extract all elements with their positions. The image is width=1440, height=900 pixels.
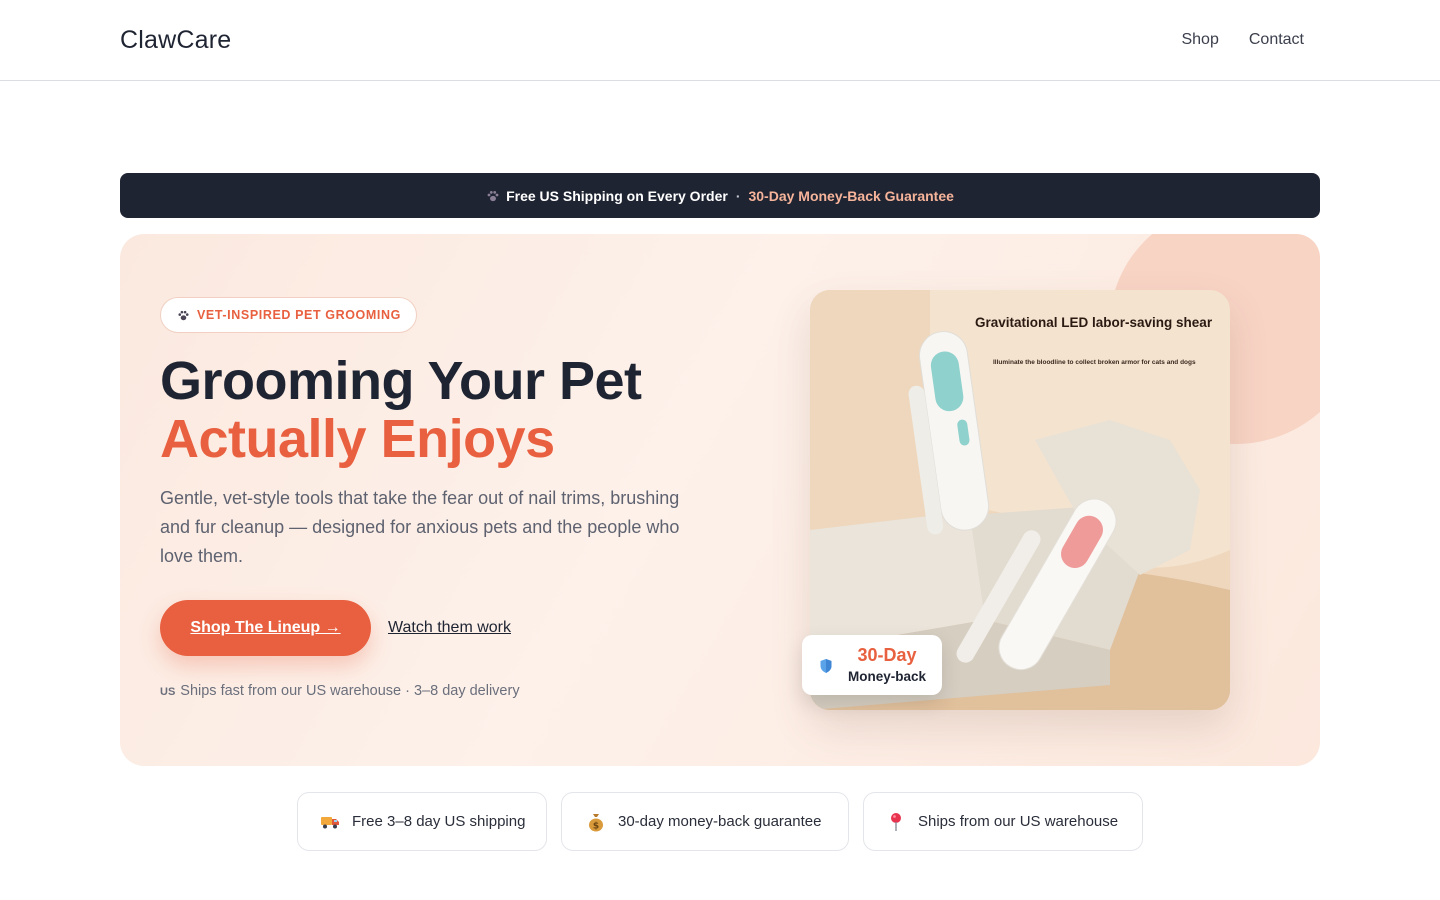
money-back-badge: 30-Day Money-back xyxy=(802,635,942,695)
pin-icon xyxy=(886,812,906,832)
main-nav: Shop Contact xyxy=(1181,31,1304,49)
product-image-title: Gravitational LED labor-saving shear xyxy=(975,315,1213,330)
shop-lineup-button[interactable]: Shop The Lineup → xyxy=(160,600,371,656)
product-image-subtitle: Illuminate the bloodline to collect brok… xyxy=(993,359,1196,366)
hero-headline: Grooming Your Pet Actually Enjoys xyxy=(160,352,642,468)
watch-them-work-link[interactable]: Watch them work xyxy=(388,619,511,637)
trust-badge-label: Ships from our US warehouse xyxy=(918,813,1119,830)
paw-icon xyxy=(177,309,190,322)
announcement-guarantee: 30-Day Money-Back Guarantee xyxy=(748,187,954,204)
hero-ship-note: US Ships fast from our US warehouse · 3–… xyxy=(160,683,520,699)
announcement-shipping: Free US Shipping on Every Order xyxy=(506,187,728,204)
trust-badge-label: 30-day money-back guarantee xyxy=(618,813,822,830)
announcement-separator: · xyxy=(735,187,741,204)
hero-ship-note-text: Ships fast from our US warehouse · 3–8 d… xyxy=(180,683,520,699)
hero-section: VET-INSPIRED PET GROOMING Grooming Your … xyxy=(120,234,1320,766)
hero-eyebrow-pill: VET-INSPIRED PET GROOMING xyxy=(160,297,417,333)
site-header: ClawCare Shop Contact xyxy=(0,0,1440,81)
hero-headline-line2: Actually Enjoys xyxy=(160,409,555,469)
trust-badge-guarantee: $ 30-day money-back guarantee xyxy=(561,792,849,851)
announcement-bar: Free US Shipping on Every Order · 30-Day… xyxy=(120,173,1320,218)
us-flag-label: US xyxy=(160,686,176,698)
nav-link-shop[interactable]: Shop xyxy=(1181,31,1218,49)
trust-badge-label: Free 3–8 day US shipping xyxy=(352,813,526,830)
hero-eyebrow-label: VET-INSPIRED PET GROOMING xyxy=(197,308,401,322)
trust-badge-warehouse: Ships from our US warehouse xyxy=(863,792,1143,851)
badge-line2: Money-back xyxy=(847,669,927,684)
hero-headline-line1: Grooming Your Pet xyxy=(160,351,642,411)
brand-logo[interactable]: ClawCare xyxy=(120,26,231,55)
trust-badge-shipping: Free 3–8 day US shipping xyxy=(297,792,547,851)
nav-link-contact[interactable]: Contact xyxy=(1249,31,1304,49)
truck-icon xyxy=(320,812,340,832)
paw-icon xyxy=(486,189,500,203)
money-bag-icon: $ xyxy=(586,812,606,832)
hero-subcopy: Gentle, vet-style tools that take the fe… xyxy=(160,488,680,566)
svg-text:$: $ xyxy=(593,821,599,831)
badge-line1: 30-Day xyxy=(857,645,917,665)
